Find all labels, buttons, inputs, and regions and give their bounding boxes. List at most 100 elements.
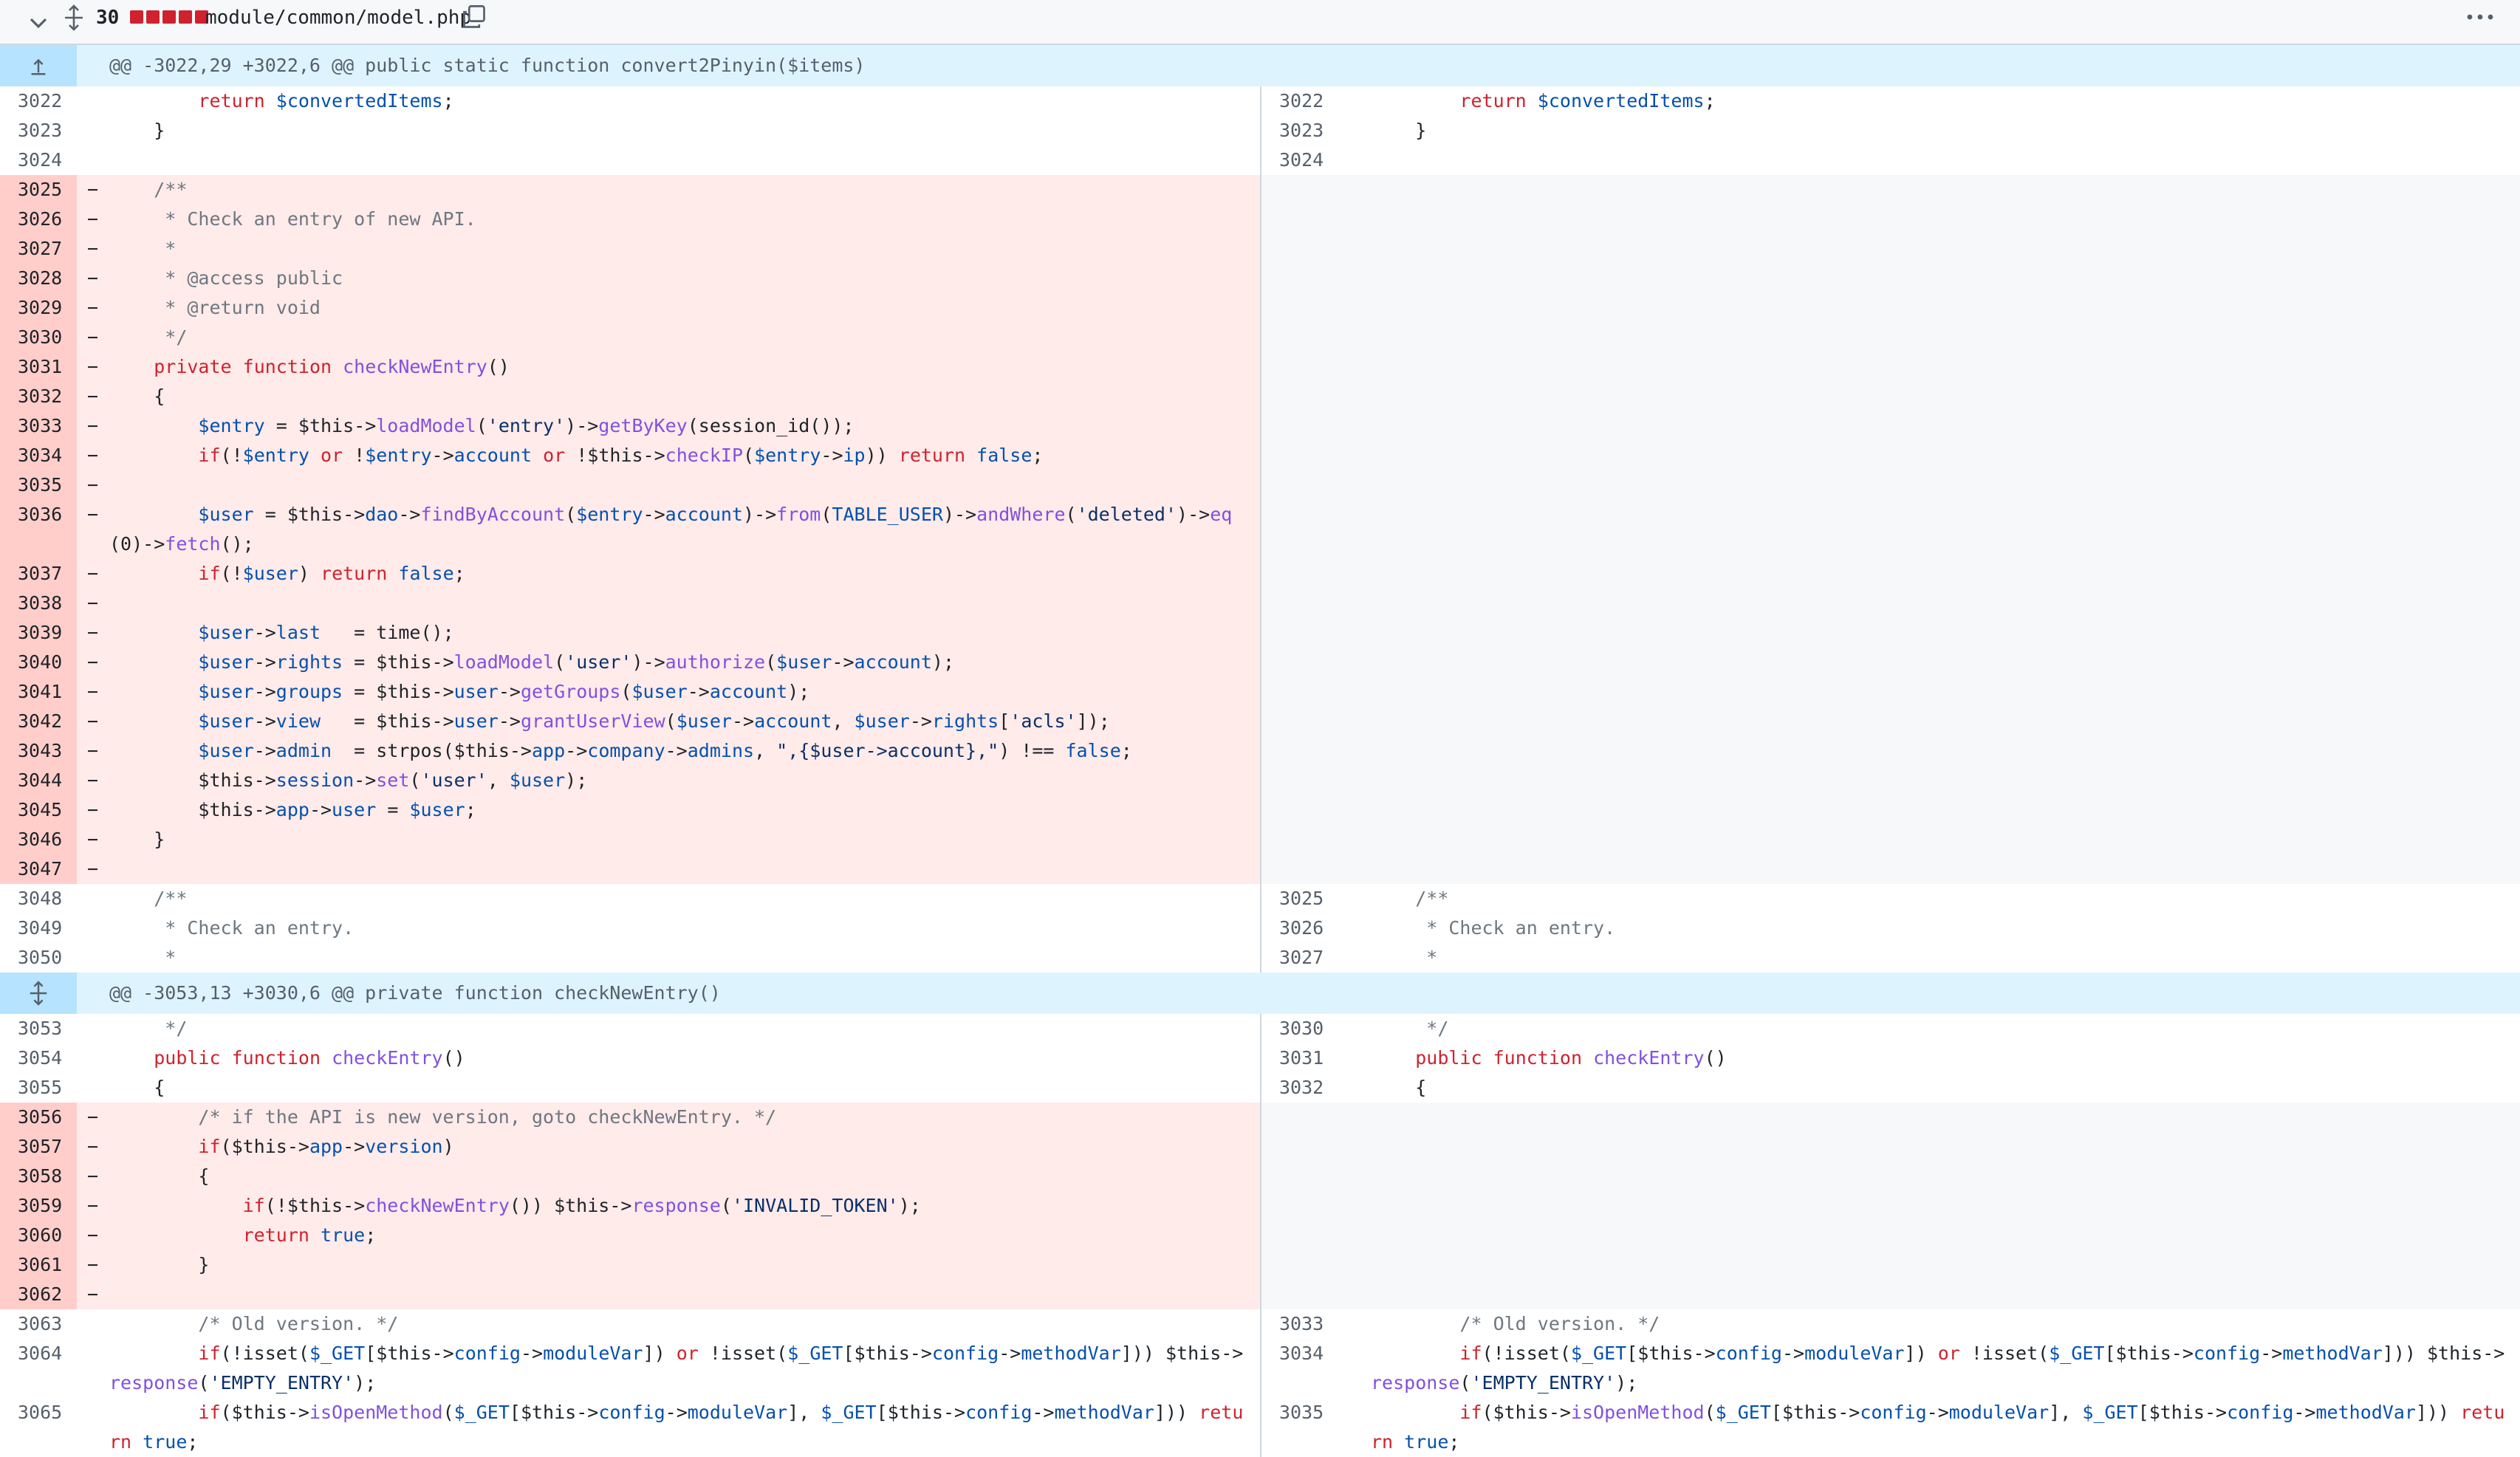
new-side (1260, 795, 2520, 825)
new-line-number[interactable]: 3027 (1279, 943, 1324, 973)
deleted-line-row: 3058 − { (0, 1162, 2520, 1191)
old-line-number[interactable]: 3036 (18, 500, 62, 529)
code-line: * @return void (109, 297, 321, 318)
old-line-number[interactable]: 3029 (18, 293, 62, 323)
new-side (1260, 648, 2520, 677)
old-line-number[interactable]: 3054 (18, 1043, 62, 1073)
old-line-number[interactable]: 3060 (18, 1221, 62, 1250)
code-line: * @access public (109, 267, 343, 289)
old-side: 3032 − { (0, 382, 1260, 411)
code-line: return $convertedItems; (198, 90, 454, 112)
new-line-number[interactable]: 3034 (1279, 1339, 1324, 1368)
chevron-down-icon[interactable] (27, 10, 50, 34)
deleted-line-row: 3039 − $user->last = time(); (0, 618, 2520, 648)
new-side (1260, 559, 2520, 589)
new-line-number[interactable]: 3025 (1279, 884, 1324, 913)
deleted-line-row: 3041 − $user->groups = $this->user->getGr… (0, 677, 2520, 707)
old-line-number[interactable]: 3031 (18, 352, 62, 382)
deleted-line-row: 3036 − $user = $this->dao->findByAccount(… (0, 500, 2520, 559)
old-line-number[interactable]: 3065 (18, 1398, 62, 1427)
deletion-marker: − (87, 267, 99, 289)
old-line-number[interactable]: 3027 (18, 234, 62, 264)
old-line-number[interactable]: 3057 (18, 1132, 62, 1162)
deleted-line-row: 3057 − if($this->app->version) (0, 1132, 2520, 1162)
deleted-line-row: 3038 − (0, 589, 2520, 618)
old-line-number[interactable]: 3042 (18, 707, 62, 736)
old-line-number[interactable]: 3023 (18, 116, 62, 145)
unfold-icon[interactable] (27, 981, 49, 1006)
old-line-number[interactable]: 3055 (18, 1073, 62, 1103)
deleted-line-row: 3043 − $user->admin = strpos($this->app->… (0, 736, 2520, 766)
old-line-number[interactable]: 3022 (18, 86, 62, 116)
new-line-number[interactable]: 3026 (1279, 913, 1324, 943)
file-path[interactable]: module/common/model.php (205, 4, 471, 31)
old-side: 3037 − if(!$user) return false; (0, 559, 1260, 589)
deletion-marker: − (87, 769, 99, 791)
old-line-number[interactable]: 3037 (18, 559, 62, 589)
old-line-number[interactable]: 3056 (18, 1103, 62, 1132)
old-line-number[interactable]: 3038 (18, 589, 62, 618)
expand-up-icon[interactable] (27, 55, 49, 77)
new-line-number[interactable]: 3030 (1279, 1014, 1324, 1043)
new-line-number[interactable]: 3035 (1279, 1398, 1324, 1427)
old-line-number[interactable]: 3050 (18, 943, 62, 973)
old-line-number[interactable]: 3033 (18, 411, 62, 441)
diffstat-block (146, 10, 160, 24)
old-line-number[interactable]: 3059 (18, 1191, 62, 1221)
new-line-number[interactable]: 3024 (1279, 145, 1324, 175)
old-line-number[interactable]: 3028 (18, 264, 62, 293)
code-line: if(!isset($_GET[$this->config->moduleVar… (109, 1343, 1244, 1393)
old-line-number[interactable]: 3039 (18, 618, 62, 648)
deleted-line-row: 3035 − (0, 470, 2520, 500)
old-line-number[interactable]: 3030 (18, 323, 62, 352)
old-line-number[interactable]: 3025 (18, 175, 62, 205)
new-line-number[interactable]: 3023 (1279, 116, 1324, 145)
old-line-number[interactable]: 3047 (18, 854, 62, 884)
new-line-number[interactable]: 3031 (1279, 1043, 1324, 1073)
old-line-number[interactable]: 3032 (18, 382, 62, 411)
new-side (1260, 1162, 2520, 1191)
new-line-number[interactable]: 3022 (1279, 86, 1324, 116)
old-line-number[interactable]: 3061 (18, 1250, 62, 1280)
context-line-row: 3023 } 3023 } (0, 116, 2520, 145)
old-line-number[interactable]: 3053 (18, 1014, 62, 1043)
old-line-number[interactable]: 3044 (18, 766, 62, 795)
old-line-number[interactable]: 3064 (18, 1339, 62, 1368)
old-line-number[interactable]: 3041 (18, 677, 62, 707)
expand-vertical-icon[interactable] (62, 4, 86, 31)
expand-hunk-button[interactable] (0, 45, 77, 86)
old-line-number[interactable]: 3062 (18, 1280, 62, 1309)
old-line-number[interactable]: 3046 (18, 825, 62, 854)
old-side: 3046 − } (0, 825, 1260, 854)
old-line-number[interactable]: 3040 (18, 648, 62, 677)
deletion-marker: − (87, 326, 99, 348)
deleted-line-row: 3060 − return true; (0, 1221, 2520, 1250)
deletion-marker: − (87, 385, 99, 407)
old-line-number[interactable]: 3043 (18, 736, 62, 766)
code-line: */ (109, 1018, 188, 1039)
code-line: if($this->isOpenMethod($_GET[$this->conf… (1371, 1402, 2505, 1453)
copy-icon[interactable] (461, 3, 487, 31)
code-line: * Check an entry. (1371, 917, 1616, 939)
old-line-number[interactable]: 3049 (18, 913, 62, 943)
new-side: 3026 * Check an entry. (1260, 913, 2520, 943)
old-line-number[interactable]: 3035 (18, 470, 62, 500)
old-line-number[interactable]: 3024 (18, 145, 62, 175)
old-side: 3047 − (0, 854, 1260, 884)
code-line: return true; (242, 1224, 377, 1246)
kebab-horizontal-icon[interactable] (2465, 6, 2495, 28)
old-line-number[interactable]: 3048 (18, 884, 62, 913)
old-line-number[interactable]: 3058 (18, 1162, 62, 1191)
old-side: 3027 − * (0, 234, 1260, 264)
code-line: return $convertedItems; (1459, 90, 1716, 112)
split-diff: @@ -3022,29 +3022,6 @@ public static fun… (0, 45, 2520, 1457)
expand-hunk-button[interactable] (0, 973, 77, 1014)
old-line-number[interactable]: 3034 (18, 441, 62, 470)
new-line-number[interactable]: 3033 (1279, 1309, 1324, 1339)
new-side (1260, 1103, 2520, 1132)
new-side (1260, 234, 2520, 264)
old-line-number[interactable]: 3045 (18, 795, 62, 825)
old-line-number[interactable]: 3063 (18, 1309, 62, 1339)
old-line-number[interactable]: 3026 (18, 205, 62, 234)
new-line-number[interactable]: 3032 (1279, 1073, 1324, 1103)
